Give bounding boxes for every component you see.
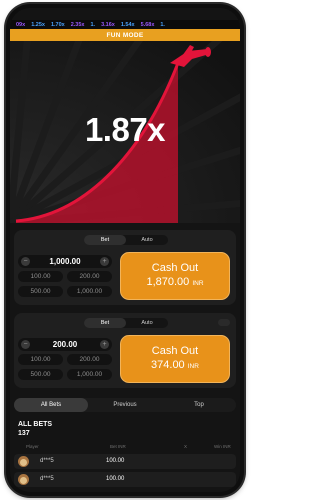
player-name: d***5 bbox=[40, 458, 54, 464]
bet-value: 100.00 bbox=[106, 476, 125, 482]
table-row: d***5 100.00 bbox=[14, 472, 236, 487]
quick-amount-button[interactable]: 1,000.00 bbox=[67, 286, 112, 297]
tab-bet[interactable]: Bet bbox=[84, 318, 126, 328]
currency-label: INR bbox=[192, 280, 204, 287]
cash-out-label: Cash Out bbox=[151, 262, 199, 274]
bet-panel-2: Bet Auto − 200.00 + 100.00 200.00 500.00… bbox=[14, 313, 236, 388]
cash-out-button[interactable]: Cash Out 1,870.00 INR bbox=[120, 252, 230, 300]
bets-table-header: Player Bet INR X Win INR bbox=[14, 442, 236, 450]
currency-label: INR bbox=[187, 363, 199, 370]
increase-amount-button[interactable]: + bbox=[99, 257, 109, 266]
decrease-amount-button[interactable]: − bbox=[21, 257, 30, 266]
quick-amounts: 100.00 200.00 500.00 1,000.00 bbox=[18, 271, 112, 297]
increase-amount-button[interactable]: + bbox=[100, 340, 109, 349]
multiplier-history-bar: 09x 1.25x 1.70x 2.35x 1. 3.16x 1.54x 5.6… bbox=[10, 20, 240, 29]
quick-amounts: 100.00 200.00 500.00 1,000.00 bbox=[18, 354, 112, 380]
tab-bet[interactable]: Bet bbox=[84, 235, 126, 245]
column-header-win: Win INR bbox=[214, 444, 231, 449]
avatar bbox=[18, 456, 29, 467]
quick-amount-button[interactable]: 200.00 bbox=[67, 354, 112, 365]
history-multiplier[interactable]: 1.25x bbox=[31, 22, 45, 28]
cash-out-value: 374.00 bbox=[151, 359, 185, 371]
bet-amount-stepper: − 1,000.00 + bbox=[18, 255, 112, 268]
fun-mode-banner: FUN MODE bbox=[10, 29, 240, 41]
quick-amount-button[interactable]: 500.00 bbox=[18, 286, 63, 297]
history-multiplier[interactable]: 5.68x bbox=[141, 22, 155, 28]
bet-amount-stepper: − 200.00 + bbox=[18, 338, 112, 351]
bets-list-tabs: All Bets Previous Top bbox=[14, 398, 236, 412]
column-header-player: Player bbox=[26, 444, 39, 449]
decrease-amount-button[interactable]: − bbox=[21, 340, 30, 349]
tab-top[interactable]: Top bbox=[162, 398, 236, 412]
player-name: d***5 bbox=[40, 476, 54, 482]
bet-mode-tabs: Bet Auto bbox=[84, 318, 168, 328]
history-multiplier[interactable]: 1.70x bbox=[51, 22, 65, 28]
cash-out-value-line: 1,870.00 INR bbox=[121, 276, 229, 288]
cash-out-value-line: 374.00 INR bbox=[121, 359, 229, 371]
tab-auto[interactable]: Auto bbox=[126, 235, 168, 245]
tab-all-bets[interactable]: All Bets bbox=[14, 398, 88, 412]
bet-amount-input[interactable]: 200.00 bbox=[53, 340, 77, 349]
table-row: d***5 100.00 bbox=[14, 454, 236, 469]
column-header-multiplier: X bbox=[184, 444, 188, 449]
phone-frame: 09x 1.25x 1.70x 2.35x 1. 3.16x 1.54x 5.6… bbox=[6, 4, 244, 496]
bet-panel-1: Bet Auto − 1,000.00 + 100.00 200.00 500.… bbox=[14, 230, 236, 305]
history-multiplier[interactable]: 1. bbox=[90, 22, 95, 28]
remove-panel-toggle[interactable] bbox=[218, 319, 230, 326]
history-multiplier[interactable]: 3.16x bbox=[101, 22, 115, 28]
quick-amount-button[interactable]: 100.00 bbox=[18, 354, 63, 365]
quick-amount-button[interactable]: 200.00 bbox=[67, 271, 112, 282]
bet-mode-tabs: Bet Auto bbox=[84, 235, 168, 245]
column-header-bet: Bet INR bbox=[110, 444, 126, 449]
cash-out-label: Cash Out bbox=[151, 345, 199, 357]
all-bets-title: ALL BETS bbox=[18, 421, 53, 428]
cash-out-value: 1,870.00 bbox=[146, 276, 190, 288]
history-multiplier[interactable]: 1.54x bbox=[121, 22, 135, 28]
tab-previous[interactable]: Previous bbox=[88, 398, 162, 412]
bet-amount-input[interactable]: 1,000.00 bbox=[49, 257, 80, 266]
history-multiplier[interactable]: 1. bbox=[160, 22, 165, 28]
current-multiplier: 1.87x bbox=[84, 111, 166, 148]
quick-amount-button[interactable]: 500.00 bbox=[18, 369, 63, 380]
cash-out-button[interactable]: Cash Out 374.00 INR bbox=[120, 335, 230, 383]
bet-value: 100.00 bbox=[106, 458, 125, 464]
history-multiplier[interactable]: 2.35x bbox=[71, 22, 85, 28]
game-canvas: 1.87x bbox=[10, 41, 240, 223]
tab-auto[interactable]: Auto bbox=[126, 318, 168, 328]
quick-amount-button[interactable]: 1,000.00 bbox=[67, 369, 112, 380]
avatar bbox=[18, 474, 29, 485]
quick-amount-button[interactable]: 100.00 bbox=[18, 271, 63, 282]
history-multiplier[interactable]: 09x bbox=[16, 22, 25, 28]
all-bets-count: 137 bbox=[18, 430, 30, 437]
app-screen: 09x 1.25x 1.70x 2.35x 1. 3.16x 1.54x 5.6… bbox=[10, 8, 240, 492]
fun-mode-label: FUN MODE bbox=[106, 31, 144, 39]
